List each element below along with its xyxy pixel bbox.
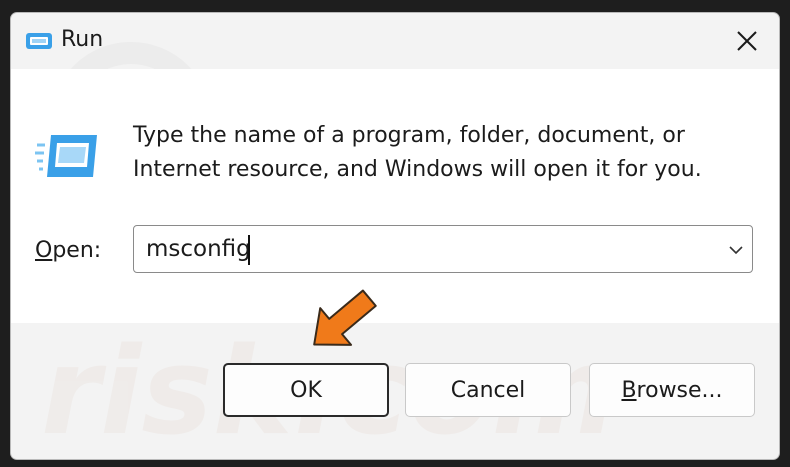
close-icon <box>737 31 757 51</box>
description-text: Type the name of a program, folder, docu… <box>133 119 753 187</box>
open-label-accelerator: O <box>35 238 53 263</box>
open-label: Open: <box>35 238 101 263</box>
open-combobox[interactable] <box>133 225 753 273</box>
dialog-body: Type the name of a program, folder, docu… <box>11 69 779 323</box>
title-bar: Run <box>11 13 779 69</box>
browse-label: rowse... <box>636 377 723 403</box>
browse-button[interactable]: Browse... <box>589 363 755 417</box>
description-line-1: Type the name of a program, folder, docu… <box>133 123 685 148</box>
dropdown-button[interactable] <box>724 238 748 262</box>
description-line-2: Internet resource, and Windows will open… <box>133 157 702 182</box>
ok-button[interactable]: OK <box>223 363 389 417</box>
close-button[interactable] <box>719 19 775 63</box>
window-title: Run <box>61 27 104 52</box>
run-icon <box>26 33 52 49</box>
run-program-icon <box>35 135 97 177</box>
arrow-pointer-icon <box>313 289 377 346</box>
button-bar: OK Cancel Browse... <box>11 323 779 459</box>
text-caret <box>248 235 250 265</box>
open-input[interactable] <box>134 226 694 272</box>
cancel-button[interactable]: Cancel <box>405 363 571 417</box>
open-label-text: pen: <box>52 238 102 263</box>
run-dialog: PC risk.com Run Type the name of a <box>10 12 780 460</box>
browse-accelerator: B <box>621 377 637 403</box>
chevron-down-icon <box>729 246 743 255</box>
